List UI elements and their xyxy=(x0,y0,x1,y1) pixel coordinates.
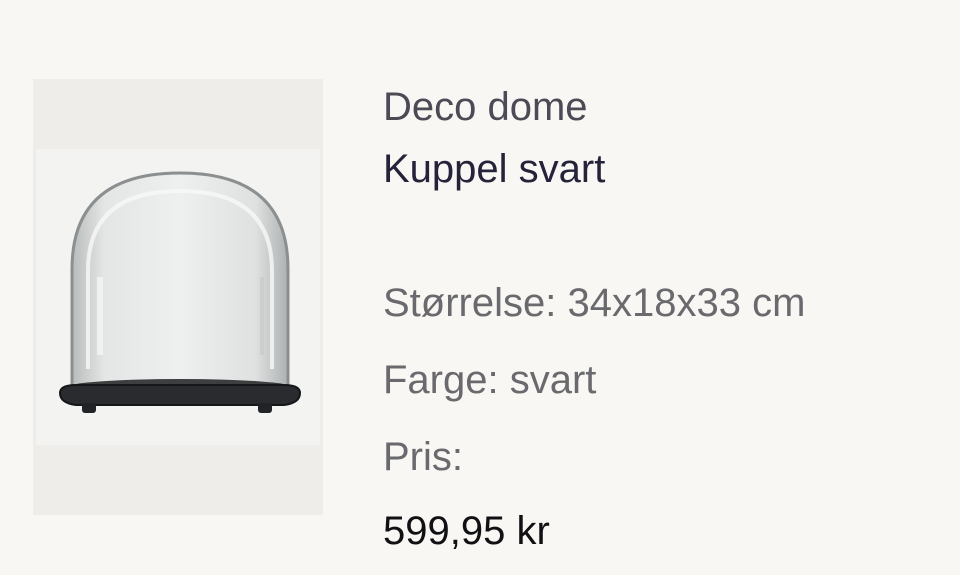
price-label: Pris: xyxy=(383,435,463,479)
size-label: Størrelse: xyxy=(383,281,557,325)
product-photo xyxy=(36,149,320,445)
product-image[interactable] xyxy=(33,79,323,515)
product-name: Kuppel svart xyxy=(383,147,606,191)
color-label: Farge: xyxy=(383,358,499,402)
product-brand: Deco dome xyxy=(383,85,588,129)
size-value: 34x18x33 cm xyxy=(567,281,806,325)
color-spec: Farge: svart xyxy=(383,357,596,403)
glass-dome-illustration xyxy=(58,171,302,413)
size-spec: Størrelse: 34x18x33 cm xyxy=(383,280,805,326)
color-value: svart xyxy=(509,358,597,402)
price-value: 599,95 kr xyxy=(383,509,550,553)
